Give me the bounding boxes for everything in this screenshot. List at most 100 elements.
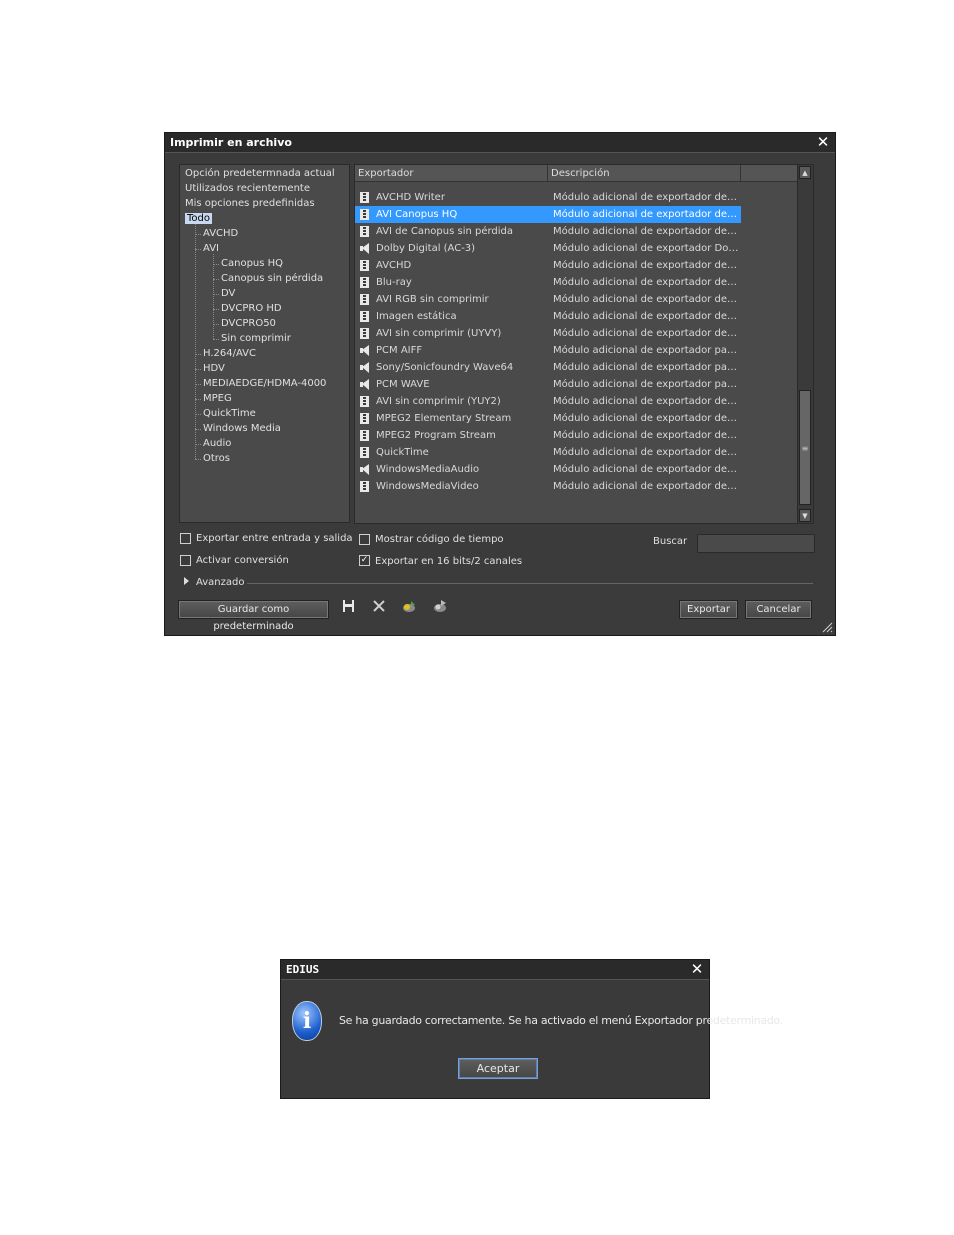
scroll-up-icon[interactable]: ▲ — [799, 166, 811, 179]
exporter-row[interactable]: Imagen estática Módulo adicional de expor… — [355, 308, 741, 325]
exporter-row[interactable]: WindowsMediaAudio Módulo adicional de exp… — [355, 461, 741, 478]
tree-node-label: Audio — [203, 438, 232, 449]
exporter-row[interactable]: AVCHD Writer Módulo adicional de exportad… — [355, 189, 741, 206]
exporter-name: Imagen estática — [376, 311, 457, 322]
column-header-empty — [741, 165, 799, 182]
tree-node-label: H.264/AVC — [203, 348, 257, 359]
cancel-button[interactable]: Cancelar — [745, 600, 812, 619]
exporter-row[interactable]: AVI sin comprimir (YUY2) Módulo adicional… — [355, 393, 741, 410]
advanced-expander-icon[interactable] — [184, 577, 189, 585]
exporter-row[interactable]: Dolby Digital (AC-3) Módulo adicional de … — [355, 240, 741, 257]
exporter-row[interactable]: AVI RGB sin comprimir Módulo adicional de… — [355, 291, 741, 308]
exporter-description: Módulo adicional de exportador para … — [553, 345, 739, 356]
search-input[interactable] — [697, 534, 815, 553]
exporter-description: Módulo adicional de exportador para … — [553, 362, 739, 373]
export-in-out-checkbox[interactable] — [180, 533, 191, 544]
advanced-label[interactable]: Avanzado — [196, 577, 244, 589]
audio-icon — [360, 243, 369, 254]
scroll-down-icon[interactable]: ▼ — [799, 509, 811, 522]
exporter-name: Blu-ray — [376, 277, 412, 288]
tree-node[interactable]: H.264/AVC — [203, 347, 256, 361]
message-dialog-titlebar[interactable]: EDIUS — [281, 960, 709, 980]
tree-node[interactable]: QuickTime — [203, 407, 256, 421]
enable-conversion-checkbox[interactable] — [180, 555, 191, 566]
export-preset-icon[interactable] — [432, 598, 448, 614]
save-as-default-button[interactable]: Guardar como predeterminado — [178, 600, 329, 632]
vertical-scrollbar[interactable]: ▲ ≡ ▼ — [797, 165, 813, 523]
tree-node[interactable]: DVCPRO HD — [221, 302, 282, 316]
exporter-row[interactable]: Blu-ray Módulo adicional de exportador de… — [355, 274, 741, 291]
exporter-row[interactable]: AVI de Canopus sin pérdida Módulo adicion… — [355, 223, 741, 240]
tree-node[interactable]: Audio — [203, 437, 231, 451]
close-icon[interactable]: ✕ — [815, 134, 831, 150]
tree-connector — [213, 339, 219, 340]
scroll-thumb[interactable]: ≡ — [799, 390, 811, 505]
exporter-row[interactable]: PCM AIFF Módulo adicional de exportador p… — [355, 342, 741, 359]
exporter-row[interactable]: QuickTime Módulo adicional de exportador … — [355, 444, 741, 461]
exporter-row[interactable]: MPEG2 Elementary Stream Módulo adicional … — [355, 410, 741, 427]
tree-connector — [195, 459, 201, 460]
save-icon[interactable] — [341, 598, 357, 614]
tree-node[interactable]: AVI — [203, 242, 219, 256]
tree-node[interactable]: Sin comprimir — [221, 332, 291, 346]
tree-node-label: DVCPRO HD — [221, 303, 282, 314]
tree-node[interactable]: Mis opciones predefinidas — [185, 197, 315, 211]
exporter-row[interactable]: MPEG2 Program Stream Módulo adicional de … — [355, 427, 741, 444]
exporter-name: PCM WAVE — [376, 379, 430, 390]
exporter-row[interactable]: AVCHD Módulo adicional de exportador de A… — [355, 257, 741, 274]
tree-node[interactable]: Windows Media — [203, 422, 281, 436]
tree-node[interactable]: DVCPRO50 — [221, 317, 276, 331]
tree-node[interactable]: AVCHD — [203, 227, 238, 241]
export-button[interactable]: Exportar — [679, 600, 738, 619]
column-header-description[interactable]: Descripción — [548, 165, 741, 182]
film-icon — [360, 192, 369, 203]
message-dialog: EDIUS ✕ i Se ha guardado correctamente. … — [280, 959, 783, 1099]
ok-button[interactable]: Aceptar — [458, 1058, 538, 1079]
column-header-exporter[interactable]: Exportador — [355, 165, 548, 182]
export-dialog-title: Imprimir en archivo — [170, 136, 292, 149]
exporter-row[interactable]: AVI Canopus HQ Módulo adicional de export… — [355, 206, 741, 223]
exporter-description: Módulo adicional de exportador de MP… — [553, 413, 739, 424]
exporter-description: Módulo adicional de exportador de ar… — [553, 209, 739, 220]
film-icon — [360, 277, 369, 288]
tree-node[interactable]: Todo — [185, 212, 212, 226]
export-dialog-titlebar[interactable]: Imprimir en archivo — [165, 133, 835, 153]
tree-node[interactable]: DV — [221, 287, 235, 301]
exporter-name: AVI RGB sin comprimir — [376, 294, 489, 305]
film-icon — [360, 396, 369, 407]
enable-conversion-label: Activar conversión — [196, 555, 289, 566]
exporter-name: WindowsMediaAudio — [376, 464, 480, 475]
tree-node-label: Mis opciones predefinidas — [185, 198, 315, 209]
exporter-name: AVI sin comprimir (YUY2) — [376, 396, 501, 407]
tree-node[interactable]: Opción predetermnada actual — [185, 167, 335, 181]
message-close-icon[interactable]: ✕ — [689, 961, 705, 977]
category-tree: Opción predetermnada actual Utilizados re… — [179, 164, 350, 523]
tree-node[interactable]: Canopus sin pérdida — [221, 272, 323, 286]
film-icon — [360, 311, 369, 322]
tree-node-label: DVCPRO50 — [221, 318, 276, 329]
film-icon — [360, 447, 369, 458]
exporter-row[interactable]: WindowsMediaVideo Módulo adicional de exp… — [355, 478, 741, 495]
tree-node-label: AVI — [203, 243, 219, 254]
film-icon — [360, 260, 369, 271]
tree-node[interactable]: Otros — [203, 452, 230, 466]
exporter-description: Módulo adicional de exportador de ar… — [553, 226, 739, 237]
exporter-description: Módulo adicional de exportador de ar… — [553, 328, 739, 339]
tree-node[interactable]: Utilizados recientemente — [185, 182, 310, 196]
exporter-row[interactable]: AVI sin comprimir (UYVY) Módulo adicional… — [355, 325, 741, 342]
tree-node[interactable]: MEDIAEDGE/HDMA-4000 — [203, 377, 326, 391]
export-16bit-checkbox[interactable]: ✓ — [359, 555, 370, 566]
show-timecode-checkbox[interactable] — [359, 534, 370, 545]
tree-node[interactable]: Canopus HQ — [221, 257, 283, 271]
tree-node[interactable]: MPEG — [203, 392, 232, 406]
resize-grip-icon[interactable] — [821, 621, 833, 633]
import-preset-icon[interactable] — [401, 598, 417, 614]
message-dialog-title: EDIUS — [286, 963, 320, 976]
tree-node-label: Todo — [185, 213, 212, 224]
delete-icon[interactable] — [371, 598, 387, 614]
tree-node[interactable]: HDV — [203, 362, 225, 376]
exporter-row[interactable]: PCM WAVE Módulo adicional de exportador p… — [355, 376, 741, 393]
exporter-row[interactable]: Sony/Sonicfoundry Wave64 Módulo adicional… — [355, 359, 741, 376]
exporter-name: MPEG2 Program Stream — [376, 430, 496, 441]
exporter-name: MPEG2 Elementary Stream — [376, 413, 512, 424]
